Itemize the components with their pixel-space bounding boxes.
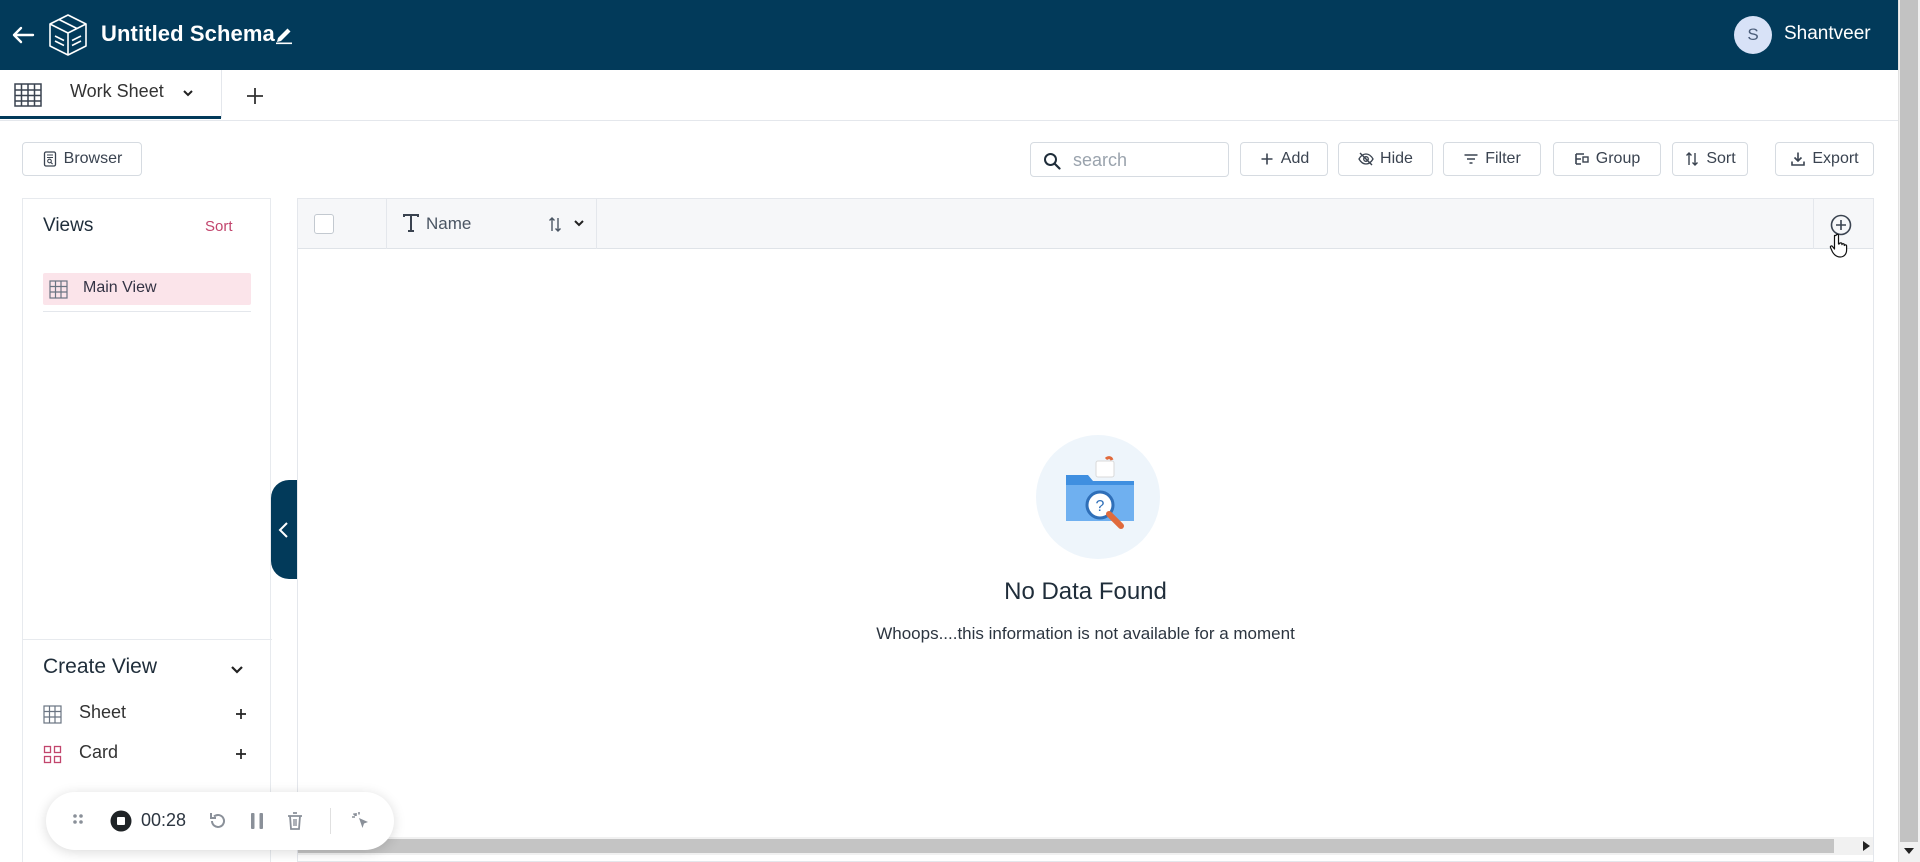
data-grid: Name ? No Data Found Whoops....this info… (297, 198, 1874, 862)
svg-text:?: ? (1096, 498, 1105, 515)
eye-off-icon (1358, 152, 1374, 166)
view-item-main[interactable]: Main View (43, 273, 251, 305)
chevron-down-icon[interactable] (181, 86, 195, 100)
add-sheet-plus-icon[interactable] (243, 84, 267, 108)
create-card-view[interactable]: Card (43, 739, 253, 769)
grid-scrollbar-thumb[interactable] (298, 839, 1834, 853)
browser-label: Browser (63, 150, 123, 167)
user-name[interactable]: Shantveer (1784, 23, 1871, 45)
search-icon (1044, 153, 1061, 170)
create-view-divider (23, 639, 272, 640)
plus-icon[interactable] (233, 746, 249, 762)
grid-header-row: Name (298, 199, 1873, 249)
grid-icon (43, 705, 62, 724)
folder-search-icon: ? (1066, 456, 1134, 529)
table-grid-icon (14, 83, 42, 107)
empty-state-title: No Data Found (1004, 578, 1167, 605)
scroll-right-arrow-icon[interactable] (1861, 841, 1871, 851)
download-icon (1791, 152, 1806, 166)
add-label: Add (1280, 150, 1310, 167)
edit-pencil-icon[interactable] (274, 25, 294, 45)
browser-document-icon (43, 151, 56, 167)
grid-horizontal-scrollbar[interactable] (298, 837, 1873, 855)
restart-icon[interactable] (207, 810, 229, 832)
views-sidebar: Views Sort Main View Create View Sheet C… (22, 198, 272, 862)
sort-button[interactable]: Sort (1672, 142, 1748, 176)
sort-arrows-icon (1686, 152, 1699, 166)
sort-arrows-icon[interactable] (546, 215, 564, 233)
chevron-left-icon (278, 522, 288, 538)
group-button[interactable]: Group (1553, 142, 1661, 176)
views-heading: Views (43, 215, 94, 236)
click-effect-icon[interactable] (350, 810, 372, 832)
screen-recorder-widget: 00:28 (46, 792, 394, 850)
tab-label: Work Sheet (70, 81, 164, 101)
hide-label: Hide (1380, 150, 1413, 167)
column-divider (386, 199, 387, 249)
hide-button[interactable]: Hide (1338, 142, 1433, 176)
card-grid-icon (43, 745, 62, 764)
browser-button[interactable]: Browser (22, 142, 142, 176)
grid-icon (49, 280, 68, 299)
add-button[interactable]: Add (1240, 142, 1328, 176)
group-icon (1574, 153, 1589, 165)
empty-state-message: Whoops....this information is not availa… (876, 624, 1295, 643)
page-scrollbar-thumb[interactable] (1900, 0, 1918, 842)
search-input[interactable] (1071, 148, 1221, 172)
app-header: Untitled Schema S Shantveer (0, 0, 1898, 70)
plus-icon[interactable] (233, 706, 249, 722)
schema-title: Untitled Schema (101, 21, 275, 46)
drag-handle-icon[interactable] (70, 812, 86, 830)
back-arrow-icon[interactable] (8, 20, 38, 50)
plus-icon (1261, 153, 1273, 165)
group-label: Group (1595, 150, 1641, 167)
recording-timer: 00:28 (141, 810, 187, 830)
create-card-label: Card (79, 742, 119, 762)
sheet-tab-bar: Work Sheet (0, 70, 1898, 121)
views-divider (43, 311, 251, 312)
filter-label: Filter (1485, 150, 1521, 167)
create-sheet-label: Sheet (79, 702, 127, 722)
views-sort-link[interactable]: Sort (205, 218, 233, 235)
tab-work-sheet[interactable]: Work Sheet (0, 70, 221, 119)
column-divider (1813, 199, 1814, 249)
hand-cursor-icon (1829, 233, 1848, 258)
view-item-label: Main View (83, 279, 157, 296)
select-all-checkbox[interactable] (314, 214, 334, 234)
pause-icon[interactable] (246, 810, 268, 832)
tab-divider (221, 70, 222, 118)
scroll-down-arrow-icon[interactable] (1903, 845, 1915, 857)
chevron-down-icon[interactable] (572, 216, 586, 230)
create-sheet-view[interactable]: Sheet (43, 699, 253, 729)
filter-lines-icon (1464, 154, 1478, 164)
search-box[interactable] (1030, 142, 1229, 177)
recorder-divider (330, 808, 331, 834)
export-label: Export (1812, 150, 1859, 167)
sort-label: Sort (1706, 150, 1736, 167)
schema-logo-icon (49, 14, 87, 56)
trash-icon[interactable] (284, 810, 306, 832)
text-type-icon (403, 214, 419, 232)
export-button[interactable]: Export (1775, 142, 1874, 176)
filter-button[interactable]: Filter (1443, 142, 1541, 176)
stop-recording-icon[interactable] (110, 810, 132, 832)
user-avatar[interactable]: S (1734, 16, 1772, 54)
create-view-heading: Create View (43, 655, 158, 678)
chevron-down-icon[interactable] (228, 660, 246, 678)
column-header-name[interactable]: Name (426, 214, 471, 234)
collapse-sidebar-button[interactable] (271, 480, 297, 579)
column-divider (596, 199, 597, 249)
